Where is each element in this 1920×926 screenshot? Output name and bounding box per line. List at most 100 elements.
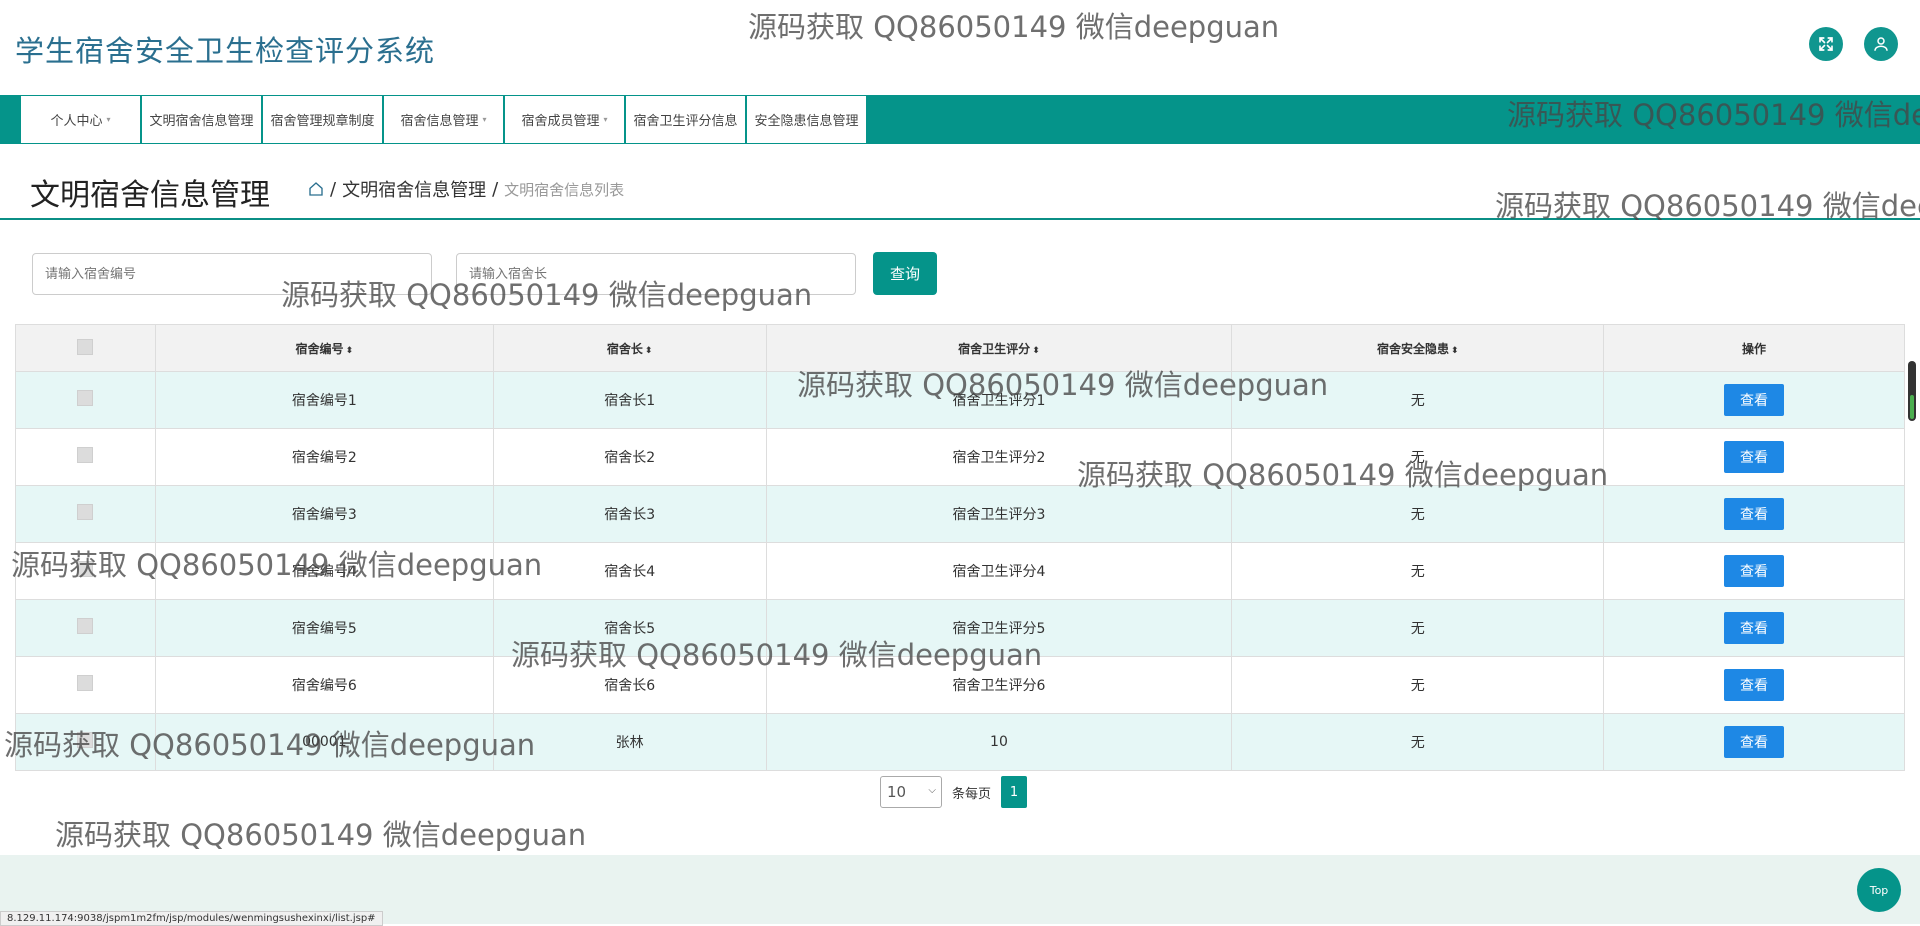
fullscreen-button[interactable] (1809, 27, 1843, 61)
sort-icon[interactable]: ⬍ (1032, 346, 1040, 356)
app-title: 学生宿舍安全卫生检查评分系统 (15, 34, 436, 68)
cell-hygiene-score: 宿舍卫生评分1 (765, 371, 1233, 429)
breadcrumb: / 文明宿舍信息管理 / 文明宿舍信息列表 (308, 176, 624, 202)
nav-label: 个人中心 (50, 114, 103, 129)
view-button[interactable]: 查看 (1724, 555, 1785, 587)
cell-hygiene-score: 宿舍卫生评分5 (765, 599, 1233, 657)
breadcrumb-separator: / (330, 178, 337, 200)
row-checkbox[interactable] (77, 447, 94, 463)
nav-item-dorm-info[interactable]: 宿舍信息管理 ▾ (383, 95, 504, 144)
row-select-cell[interactable] (15, 428, 156, 486)
cell-dorm-no: 宿舍编号2 (154, 428, 494, 486)
cell-actions: 查看 (1603, 656, 1905, 714)
cell-dorm-head: 张林 (492, 713, 767, 771)
row-checkbox[interactable] (77, 561, 94, 577)
search-button[interactable]: 查询 (873, 252, 937, 295)
table-row: 00001 张林 10 无 查看 (15, 713, 1905, 771)
col-header-safety-hazard[interactable]: 宿舍安全隐患 ⬍ (1231, 324, 1605, 372)
view-button[interactable]: 查看 (1724, 498, 1785, 530)
back-to-top-button[interactable]: Top (1857, 868, 1901, 912)
nav-item-dorm-rules[interactable]: 宿舍管理规章制度 (262, 95, 383, 144)
col-header-actions: 操作 (1603, 324, 1905, 372)
nav-item-personal-center[interactable]: 个人中心 ▾ (20, 95, 141, 144)
view-button[interactable]: 查看 (1724, 726, 1785, 758)
sort-icon[interactable]: ⬍ (1451, 346, 1459, 356)
row-select-cell[interactable] (15, 371, 156, 429)
breadcrumb-current: 文明宿舍信息列表 (504, 180, 625, 199)
page-number-button[interactable]: 1 (1001, 776, 1028, 808)
user-button[interactable] (1864, 27, 1898, 61)
cell-hygiene-score: 宿舍卫生评分6 (765, 656, 1233, 714)
nav-label: 文明宿舍信息管理 (149, 114, 254, 129)
breadcrumb-parent[interactable]: 文明宿舍信息管理 (342, 176, 486, 202)
cell-dorm-head: 宿舍长5 (492, 599, 767, 657)
row-checkbox[interactable] (77, 732, 94, 748)
cell-actions: 查看 (1603, 599, 1905, 657)
table-header-row: 宿舍编号 ⬍ 宿舍长 ⬍ 宿舍卫生评分 ⬍ 宿舍安全隐患 ⬍ 操作 (15, 324, 1905, 372)
row-select-cell[interactable] (15, 599, 156, 657)
row-select-cell[interactable] (15, 542, 156, 600)
dorm-table: 宿舍编号 ⬍ 宿舍长 ⬍ 宿舍卫生评分 ⬍ 宿舍安全隐患 ⬍ 操作 宿舍编号1 宿舍长1… (15, 324, 1905, 771)
cell-dorm-no: 宿舍编号5 (154, 599, 494, 657)
cell-hygiene-score: 宿舍卫生评分2 (765, 428, 1233, 486)
nav-label: 宿舍信息管理 (400, 114, 479, 129)
cell-dorm-no: 宿舍编号4 (154, 542, 494, 600)
view-button[interactable]: 查看 (1724, 441, 1785, 473)
select-all-cell[interactable] (15, 324, 156, 372)
view-button[interactable]: 查看 (1724, 669, 1785, 701)
caret-down-icon: ▾ (106, 115, 111, 124)
row-select-cell[interactable] (15, 485, 156, 543)
cell-dorm-no: 宿舍编号6 (154, 656, 494, 714)
nav-label: 宿舍卫生评分信息 (633, 114, 738, 129)
home-icon[interactable] (308, 181, 324, 197)
view-button[interactable]: 查看 (1724, 384, 1785, 416)
row-checkbox[interactable] (77, 390, 94, 406)
view-button[interactable]: 查看 (1724, 612, 1785, 644)
dorm-head-search-input[interactable] (456, 253, 856, 295)
row-checkbox[interactable] (77, 675, 94, 691)
sort-icon[interactable]: ⬍ (346, 346, 354, 356)
cell-actions: 查看 (1603, 428, 1905, 486)
cell-safety-hazard: 无 (1231, 599, 1605, 657)
breadcrumb-bar: 文明宿舍信息管理 / 文明宿舍信息管理 / 文明宿舍信息列表 (0, 162, 1920, 220)
nav-item-hygiene-score[interactable]: 宿舍卫生评分信息 (625, 95, 746, 144)
row-checkbox[interactable] (77, 618, 94, 634)
table-row: 宿舍编号5 宿舍长5 宿舍卫生评分5 无 查看 (15, 599, 1905, 657)
nav-item-civilized-dorm[interactable]: 文明宿舍信息管理 (141, 95, 262, 144)
app-header: 学生宿舍安全卫生检查评分系统 (0, 0, 1920, 95)
dorm-number-search-input[interactable] (32, 253, 432, 295)
row-select-cell[interactable] (15, 713, 156, 771)
cell-dorm-head: 宿舍长4 (492, 542, 767, 600)
sort-icon[interactable]: ⬍ (645, 346, 653, 356)
scrollbar-thumb[interactable] (1908, 361, 1916, 421)
cell-dorm-head: 宿舍长6 (492, 656, 767, 714)
col-header-dorm-head[interactable]: 宿舍长 ⬍ (492, 324, 767, 372)
row-checkbox[interactable] (77, 504, 94, 520)
cell-dorm-head: 宿舍长3 (492, 485, 767, 543)
table-row: 宿舍编号6 宿舍长6 宿舍卫生评分6 无 查看 (15, 656, 1905, 714)
breadcrumb-separator: / (492, 178, 499, 200)
col-header-dorm-no[interactable]: 宿舍编号 ⬍ (154, 324, 494, 372)
page-size-select[interactable]: 10 ⌵ (880, 776, 942, 808)
cell-hygiene-score: 宿舍卫生评分3 (765, 485, 1233, 543)
cell-dorm-head: 宿舍长2 (492, 428, 767, 486)
nav-label: 宿舍成员管理 (521, 114, 600, 129)
select-all-checkbox[interactable] (77, 338, 94, 355)
nav-label: 宿舍管理规章制度 (270, 114, 375, 129)
cell-safety-hazard: 无 (1231, 485, 1605, 543)
user-icon (1874, 37, 1888, 51)
watermark-text: 源码获取 QQ86050149 微信deepguan (55, 818, 587, 852)
pagination: 10 ⌵ 条每页 1 (880, 776, 1028, 808)
cell-safety-hazard: 无 (1231, 371, 1605, 429)
row-select-cell[interactable] (15, 656, 156, 714)
cell-actions: 查看 (1603, 485, 1905, 543)
cell-actions: 查看 (1603, 542, 1905, 600)
nav-label: 安全隐患信息管理 (754, 114, 859, 129)
nav-item-dorm-members[interactable]: 宿舍成员管理 ▾ (504, 95, 625, 144)
cell-safety-hazard: 无 (1231, 656, 1605, 714)
nav-item-safety-hazard[interactable]: 安全隐患信息管理 (746, 95, 867, 144)
col-header-hygiene-score[interactable]: 宿舍卫生评分 ⬍ (765, 324, 1233, 372)
caret-down-icon: ▾ (482, 115, 487, 124)
page-size-value: 10 (887, 783, 907, 801)
expand-icon (1819, 37, 1833, 51)
